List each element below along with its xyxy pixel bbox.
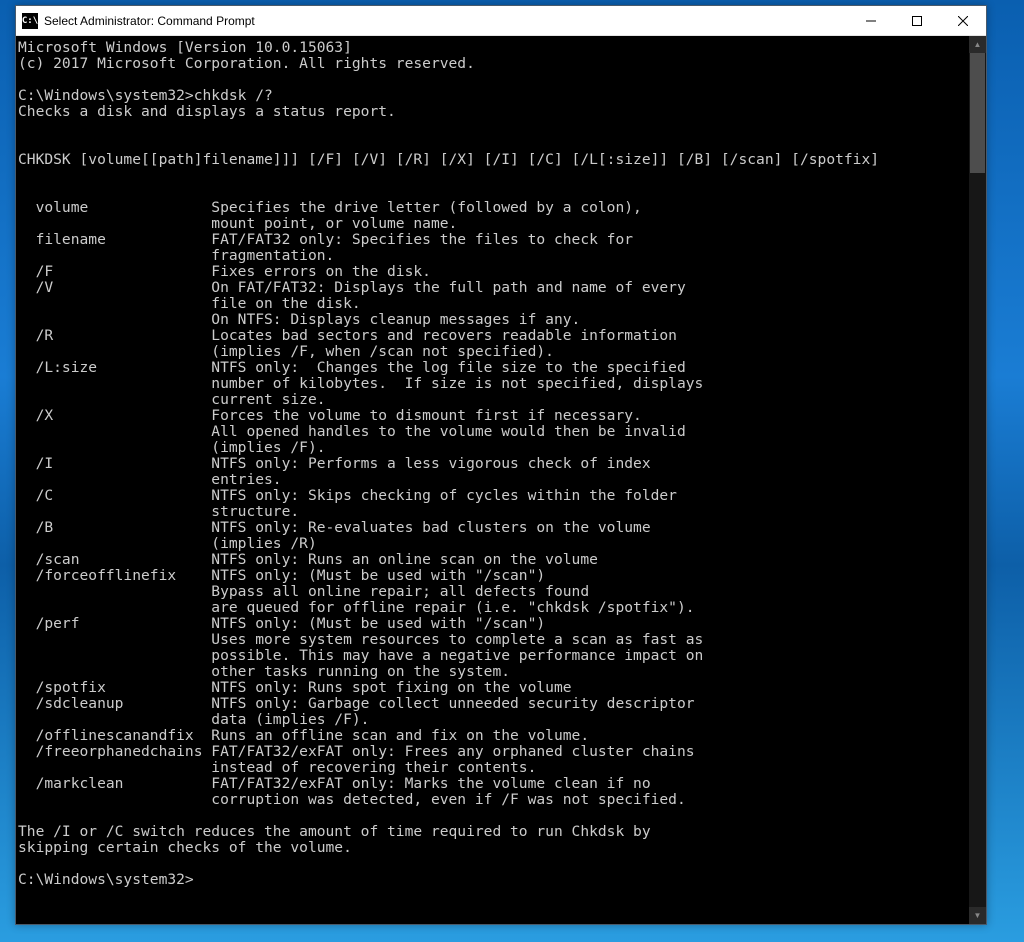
vertical-scrollbar[interactable]: ▲ ▼	[969, 36, 986, 924]
titlebar[interactable]: C:\ Select Administrator: Command Prompt	[16, 6, 986, 36]
maximize-button[interactable]	[894, 6, 940, 36]
window-controls	[848, 6, 986, 35]
console-area[interactable]: Microsoft Windows [Version 10.0.15063] (…	[16, 36, 986, 924]
command-prompt-window: C:\ Select Administrator: Command Prompt…	[15, 5, 987, 925]
close-icon	[958, 16, 968, 26]
scroll-up-button[interactable]: ▲	[969, 36, 986, 53]
cmd-icon: C:\	[22, 13, 38, 29]
scroll-down-button[interactable]: ▼	[969, 907, 986, 924]
close-button[interactable]	[940, 6, 986, 36]
maximize-icon	[912, 16, 922, 26]
console-output[interactable]: Microsoft Windows [Version 10.0.15063] (…	[16, 36, 969, 924]
minimize-button[interactable]	[848, 6, 894, 36]
window-title: Select Administrator: Command Prompt	[44, 14, 848, 28]
scrollbar-track[interactable]	[969, 53, 986, 907]
scrollbar-thumb[interactable]	[970, 53, 985, 173]
minimize-icon	[866, 16, 876, 26]
